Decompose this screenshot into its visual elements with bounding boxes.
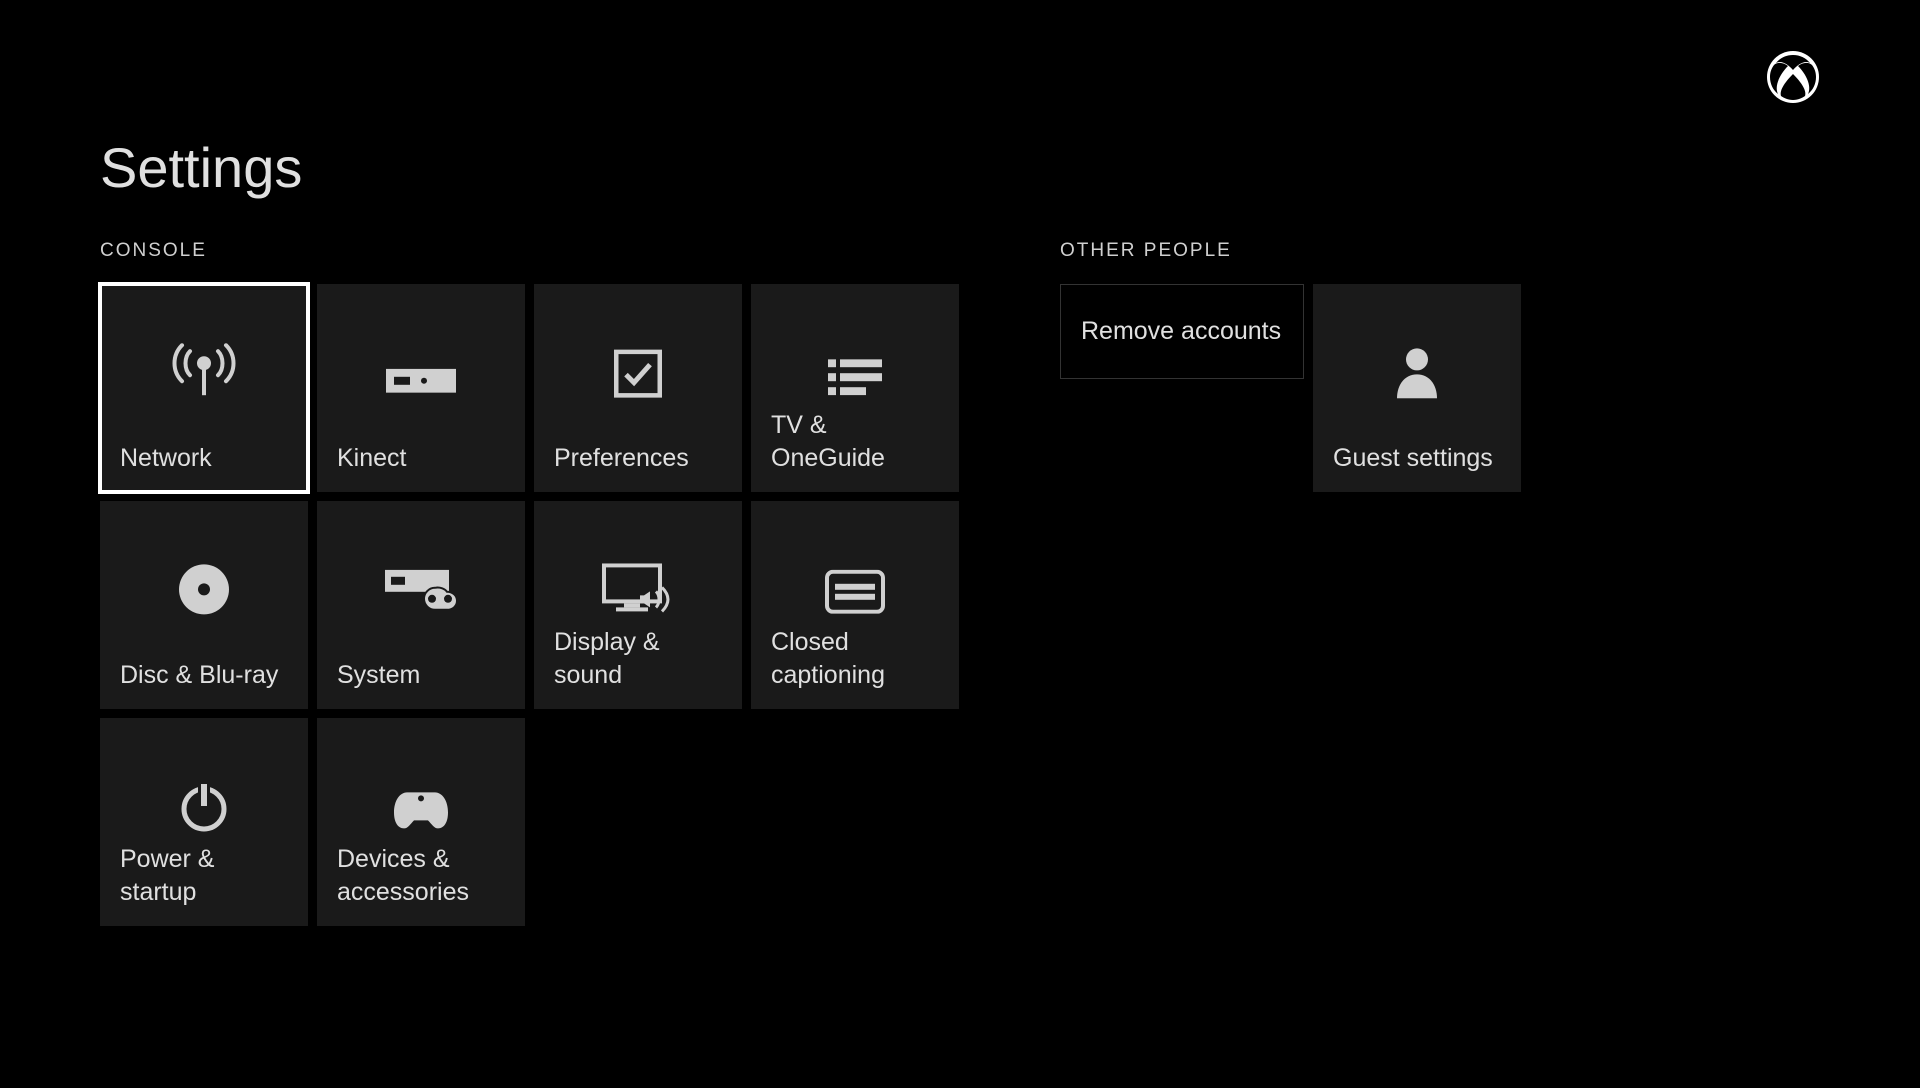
devices-accessories-tile[interactable]: Devices & accessories (317, 718, 525, 926)
kinect-label: Kinect (337, 442, 505, 475)
system-tile[interactable]: System (317, 501, 525, 709)
disc-bluray-label: Disc & Blu-ray (120, 659, 288, 692)
disc-bluray-tile[interactable]: Disc & Blu-ray (100, 501, 308, 709)
remove-accounts-tile[interactable]: Remove accounts (1060, 284, 1304, 379)
display-sound-tile[interactable]: Display & sound (534, 501, 742, 709)
console-tile-grid: Network Kinect Preferences (100, 284, 959, 926)
devices-accessories-label: Devices & accessories (337, 843, 505, 908)
tv-oneguide-icon (828, 359, 882, 395)
power-startup-tile[interactable]: Power & startup (100, 718, 308, 926)
preferences-label: Preferences (554, 442, 722, 475)
network-icon (172, 343, 236, 399)
controller-icon (392, 788, 450, 830)
preferences-icon (614, 350, 662, 398)
tv-oneguide-tile[interactable]: TV & OneGuide (751, 284, 959, 492)
disc-icon (178, 563, 230, 615)
xbox-logo-icon (1766, 50, 1820, 104)
display-sound-icon (602, 563, 674, 615)
console-section-header: CONSOLE (100, 240, 959, 262)
other-people-row: Remove accounts Guest settings (1060, 284, 1521, 492)
guest-settings-label: Guest settings (1333, 442, 1501, 475)
remove-accounts-label: Remove accounts (1081, 317, 1281, 346)
closed-captioning-label: Closed captioning (771, 626, 939, 691)
closed-captioning-tile[interactable]: Closed captioning (751, 501, 959, 709)
guest-settings-tile[interactable]: Guest settings (1313, 284, 1521, 492)
person-icon (1395, 346, 1439, 398)
console-section: CONSOLE Network (100, 240, 959, 926)
closed-captioning-icon (825, 570, 885, 614)
page-title: Settings (100, 135, 302, 200)
kinect-icon (386, 369, 456, 393)
preferences-tile[interactable]: Preferences (534, 284, 742, 492)
other-people-header: OTHER PEOPLE (1060, 240, 1521, 262)
display-sound-label: Display & sound (554, 626, 722, 691)
power-startup-label: Power & startup (120, 843, 288, 908)
tv-oneguide-label: TV & OneGuide (771, 409, 939, 474)
system-icon (385, 570, 457, 614)
system-label: System (337, 659, 505, 692)
other-people-section: OTHER PEOPLE Remove accounts Guest setti… (1060, 240, 1521, 492)
network-label: Network (120, 442, 288, 475)
network-tile[interactable]: Network (100, 284, 308, 492)
power-icon (179, 782, 229, 832)
kinect-tile[interactable]: Kinect (317, 284, 525, 492)
